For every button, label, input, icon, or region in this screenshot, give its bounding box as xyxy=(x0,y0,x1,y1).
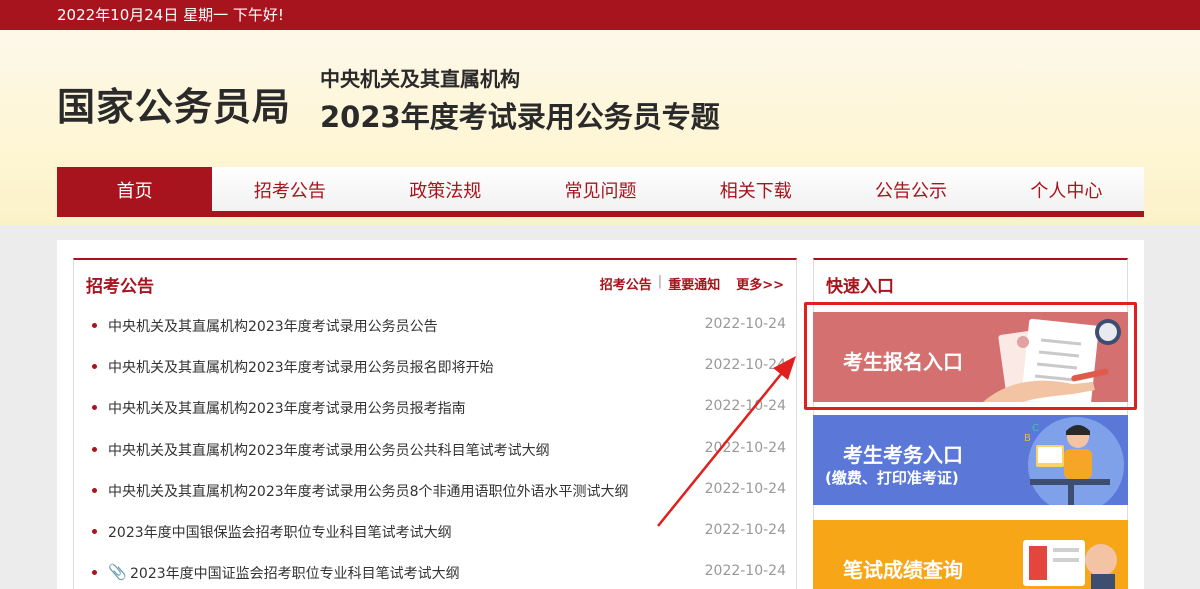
nav-home[interactable]: 首页 xyxy=(57,167,213,217)
person-at-desk-icon: B C xyxy=(1024,417,1124,505)
svg-text:C: C xyxy=(1032,423,1039,434)
paperclip-icon: 📎 xyxy=(108,563,127,582)
link-important-notices[interactable]: 重要通知 xyxy=(668,274,720,293)
news-date: 2022-10-24 xyxy=(704,357,786,374)
bullet-icon xyxy=(92,405,97,411)
news-title[interactable]: 中央机关及其直属机构2023年度考试录用公务员公共科目笔试考试大纲 xyxy=(108,440,550,460)
news-title[interactable]: 中央机关及其直属机构2023年度考试录用公务员报考指南 xyxy=(108,398,466,418)
score-query-banner[interactable]: 笔试成绩查询 xyxy=(813,520,1128,589)
bullet-icon xyxy=(92,323,97,328)
news-list: 中央机关及其直属机构2023年度考试录用公务员公告 2022-10-24 中央机… xyxy=(74,312,798,589)
score-query-label: 笔试成绩查询 xyxy=(843,558,963,582)
news-date: 2022-10-24 xyxy=(704,439,786,456)
news-date: 2022-10-24 xyxy=(704,563,786,580)
announcements-title: 招考公告 xyxy=(86,277,154,297)
main-nav: 首页 招考公告 政策法规 常见问题 相关下载 公告公示 个人中心 xyxy=(57,167,1144,217)
bullet-icon xyxy=(92,487,97,493)
nav-personal-center[interactable]: 个人中心 xyxy=(989,167,1144,217)
nav-faq[interactable]: 常见问题 xyxy=(523,167,678,217)
list-item[interactable]: 中央机关及其直属机构2023年度考试录用公务员报名即将开始 2022-10-24 xyxy=(74,353,798,394)
nav-policies[interactable]: 政策法规 xyxy=(368,167,523,217)
news-title[interactable]: 中央机关及其直属机构2023年度考试录用公务员8个非通用语职位外语水平测试大纲 xyxy=(108,481,629,501)
nav-downloads[interactable]: 相关下载 xyxy=(678,167,833,217)
bullet-icon xyxy=(92,570,97,576)
list-item[interactable]: 📎 2023年度中国证监会招考职位专业科目笔试考试大纲 2022-10-24 xyxy=(74,559,798,589)
list-item[interactable]: 中央机关及其直属机构2023年度考试录用公务员报考指南 2022-10-24 xyxy=(74,394,798,435)
exam-affairs-entry-label: 考生考务入口 xyxy=(843,443,963,467)
announcements-panel: 招考公告 招考公告 | 重要通知 更多>> 中央机关及其直属机构2023年度考试… xyxy=(73,258,797,589)
date-greeting: 2022年10月24日 星期一 下午好! xyxy=(57,6,284,24)
list-item[interactable]: 2023年度中国银保监会招考职位专业科目笔试考试大纲 2022-10-24 xyxy=(74,518,798,559)
header-subtitle-2: 2023年度考试录用公务员专题 xyxy=(320,100,720,134)
link-announcements[interactable]: 招考公告 xyxy=(600,274,652,293)
site-title: 国家公务员局 xyxy=(57,85,292,129)
bullet-icon xyxy=(92,528,97,534)
bullet-icon xyxy=(92,446,97,452)
news-date: 2022-10-24 xyxy=(704,398,786,415)
list-item[interactable]: 中央机关及其直属机构2023年度考试录用公务员8个非通用语职位外语水平测试大纲 … xyxy=(74,477,798,518)
header-subtitle-1: 中央机关及其直属机构 xyxy=(320,67,520,91)
nav-announcements[interactable]: 招考公告 xyxy=(212,167,367,217)
registration-highlight-box xyxy=(804,302,1137,410)
list-item[interactable]: 中央机关及其直属机构2023年度考试录用公务员公共科目笔试考试大纲 2022-1… xyxy=(74,436,798,477)
link-more[interactable]: 更多>> xyxy=(736,274,784,293)
news-title[interactable]: 中央机关及其直属机构2023年度考试录用公务员报名即将开始 xyxy=(108,357,494,377)
news-title[interactable]: 中央机关及其直属机构2023年度考试录用公务员公告 xyxy=(108,316,438,336)
nav-notices[interactable]: 公告公示 xyxy=(833,167,988,217)
news-title[interactable]: 2023年度中国银保监会招考职位专业科目笔试考试大纲 xyxy=(108,522,452,542)
quick-entry-title: 快速入口 xyxy=(826,277,894,297)
announcements-links: 招考公告 | 重要通知 更多>> xyxy=(600,274,784,293)
top-bar: 2022年10月24日 星期一 下午好! xyxy=(0,0,1200,30)
news-date: 2022-10-24 xyxy=(704,521,786,538)
list-item[interactable]: 中央机关及其直属机构2023年度考试录用公务员公告 2022-10-24 xyxy=(74,312,798,353)
link-separator: | xyxy=(657,274,663,289)
news-date: 2022-10-24 xyxy=(704,480,786,497)
computer-icon xyxy=(1023,540,1117,589)
news-title[interactable]: 2023年度中国证监会招考职位专业科目笔试考试大纲 xyxy=(130,563,460,583)
news-date: 2022-10-24 xyxy=(704,316,786,332)
bullet-icon xyxy=(92,364,97,370)
exam-affairs-entry-sub: (缴费、打印准考证) xyxy=(825,469,959,487)
svg-text:B: B xyxy=(1024,433,1031,444)
exam-affairs-entry-banner[interactable]: 考生考务入口 (缴费、打印准考证) B C xyxy=(813,415,1128,505)
